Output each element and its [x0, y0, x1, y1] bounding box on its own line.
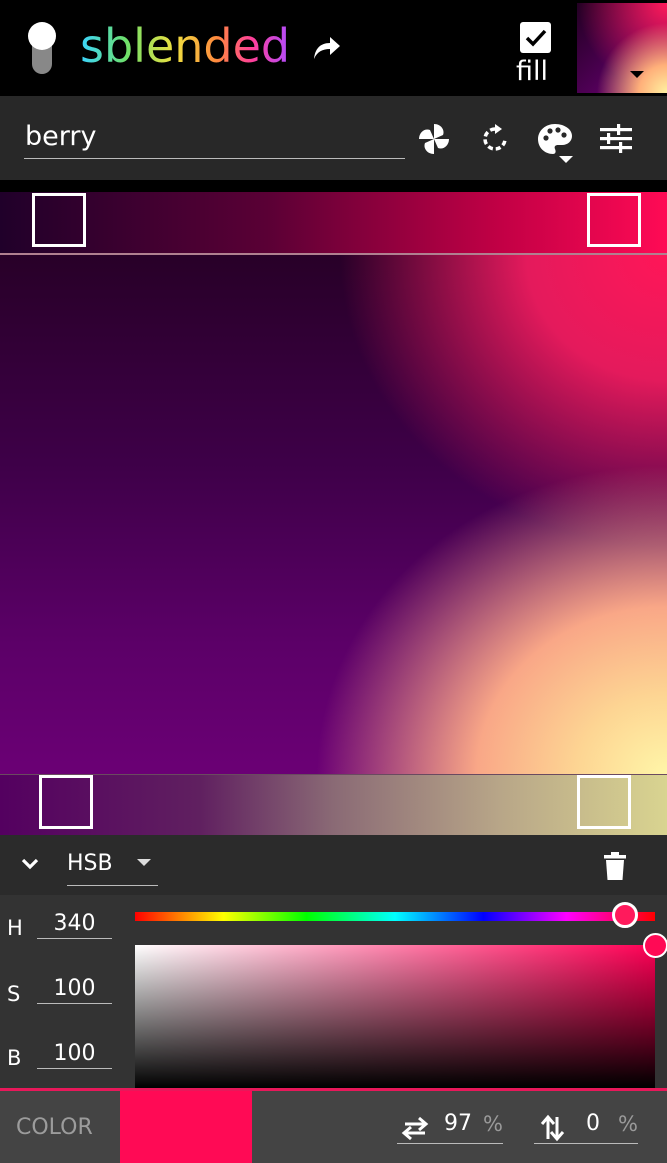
brightness-input[interactable]	[37, 1038, 112, 1069]
color-model-select[interactable]: HSB	[67, 849, 113, 879]
color-model-underline	[67, 885, 158, 886]
chevron-down-icon[interactable]	[20, 856, 40, 872]
refresh-icon[interactable]	[476, 120, 514, 158]
color-swatch[interactable]	[120, 1091, 252, 1163]
corner-handle-bottom-left[interactable]	[39, 775, 93, 829]
x-position-unit: %	[483, 1112, 503, 1136]
palette-icon[interactable]	[536, 120, 578, 166]
x-position-underline	[397, 1143, 503, 1144]
y-position-unit: %	[618, 1112, 638, 1136]
channel-label-b: B	[7, 1046, 22, 1070]
horizontal-arrows-icon	[401, 1116, 429, 1141]
saturation-input[interactable]	[37, 973, 112, 1004]
caret-down-icon	[630, 71, 644, 78]
fill-checkbox[interactable]	[520, 22, 551, 53]
hue-slider-knob[interactable]	[612, 902, 638, 928]
app-logo: sblended	[80, 19, 291, 73]
bottom-bar	[0, 1091, 667, 1163]
fill-label: fill	[516, 56, 549, 87]
share-icon[interactable]	[312, 34, 342, 62]
toggle-knob	[28, 22, 56, 50]
channel-label-h: H	[7, 916, 23, 940]
saturation-brightness-picker[interactable]	[135, 945, 655, 1088]
bottom-edge-strip	[0, 775, 667, 835]
corner-handle-bottom-right[interactable]	[577, 775, 631, 829]
hue-slider[interactable]	[135, 912, 655, 921]
mode-toggle[interactable]	[28, 22, 56, 74]
color-label: COLOR	[16, 1115, 93, 1140]
gradient-canvas[interactable]	[0, 255, 667, 775]
y-position-value[interactable]: 0	[568, 1110, 618, 1138]
trash-icon[interactable]	[604, 851, 626, 881]
caret-down-icon	[137, 859, 151, 866]
gradient-preview-button[interactable]	[577, 3, 667, 93]
top-edge-strip	[0, 192, 667, 254]
channel-label-s: S	[7, 982, 21, 1006]
hue-input[interactable]	[37, 908, 112, 939]
y-position-underline	[534, 1143, 638, 1144]
x-position-value[interactable]: 97	[433, 1110, 483, 1138]
tune-icon[interactable]	[597, 120, 635, 158]
check-icon	[525, 29, 547, 47]
corner-handle-top-left[interactable]	[32, 193, 86, 247]
corner-handle-top-right[interactable]	[587, 193, 641, 247]
palette-name-input[interactable]	[24, 114, 405, 159]
saturation-brightness-knob[interactable]	[643, 933, 667, 958]
pinwheel-icon[interactable]	[415, 120, 453, 158]
vertical-arrows-icon	[540, 1114, 565, 1142]
